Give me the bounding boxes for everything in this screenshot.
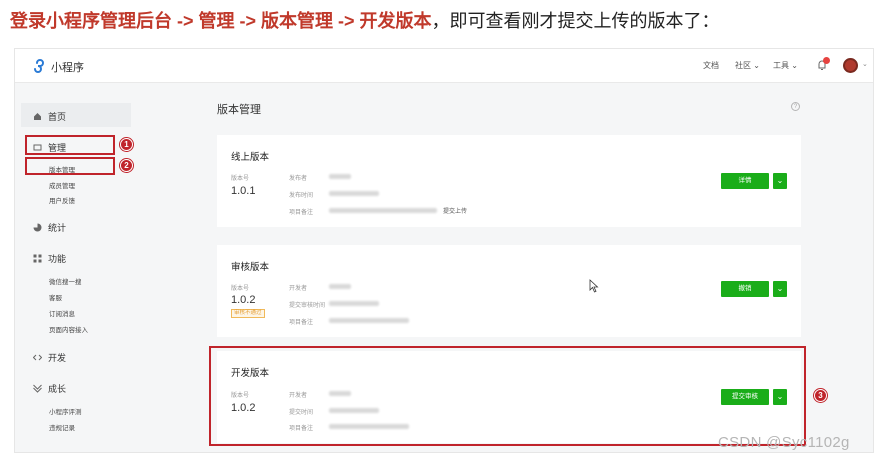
nav-community-link[interactable]: 社区 ⌄ xyxy=(735,60,760,71)
sidebar-item-home[interactable]: 首页 xyxy=(33,110,66,123)
sidebar-item-label: 成长 xyxy=(48,384,67,394)
chevron-down-icon[interactable]: ⌄ xyxy=(862,60,868,68)
nav-docs-link[interactable]: 文档 xyxy=(703,60,719,71)
nav-tools-link[interactable]: 工具 ⌄ xyxy=(773,60,798,71)
withdraw-button[interactable]: 撤销 xyxy=(721,281,769,297)
sidebar-subitem-subscribe[interactable]: 订阅消息 xyxy=(49,308,75,318)
caption-tail: ，即可查看刚才提交上传的版本了： xyxy=(431,11,720,31)
caption-arrow: -> xyxy=(172,11,199,31)
blurred-value xyxy=(329,174,351,179)
caption-step-2: 管理 xyxy=(198,11,235,31)
mini-program-logo-icon xyxy=(34,59,44,73)
sidebar-subitem-service[interactable]: 客服 xyxy=(49,292,62,302)
caption-arrow: -> xyxy=(333,11,360,31)
code-icon xyxy=(33,354,42,361)
field-label: 项目备注 xyxy=(289,320,314,326)
instruction-caption: 登录小程序管理后台 -> 管理 -> 版本管理 -> 开发版本，即可查看刚才提交… xyxy=(10,8,720,34)
sidebar-item-label: 首页 xyxy=(48,112,67,122)
status-badge: 审核不通过 xyxy=(231,309,265,318)
blurred-value xyxy=(329,208,437,213)
sidebar-item-stats[interactable]: 统计 xyxy=(33,221,66,234)
annotation-number-1: 1 xyxy=(120,138,133,151)
avatar[interactable] xyxy=(843,58,858,73)
online-version-card: 线上版本 版本号 1.0.1 发布者 发布时间 项目备注 提交上传 详情 ⌄ xyxy=(217,135,801,227)
sidebar-subitem-feedback[interactable]: 用户反馈 xyxy=(49,195,75,205)
more-dropdown-button[interactable]: ⌄ xyxy=(773,173,787,189)
field-label: 开发者 xyxy=(289,286,308,292)
note-text: 提交上传 xyxy=(443,209,468,215)
caption-step-4: 开发版本 xyxy=(359,11,432,31)
grid-icon xyxy=(33,254,42,263)
detail-button[interactable]: 详情 xyxy=(721,173,769,189)
top-bar: 小程序 文档 社区 ⌄ 工具 ⌄ ⌄ xyxy=(15,49,873,83)
field-label: 发布时间 xyxy=(289,193,314,199)
sidebar-subitem-content[interactable]: 页面内容接入 xyxy=(49,324,88,334)
caption-step-1: 登录小程序管理后台 xyxy=(10,11,172,31)
version-number: 1.0.2 xyxy=(231,294,256,306)
sidebar-subitem-members[interactable]: 成员管理 xyxy=(49,180,75,190)
sidebar-item-features[interactable]: 功能 xyxy=(33,252,66,265)
more-dropdown-button[interactable]: ⌄ xyxy=(773,281,787,297)
brand-title: 小程序 xyxy=(51,62,84,74)
version-number: 1.0.1 xyxy=(231,185,256,197)
sidebar-subitem-review[interactable]: 小程序评测 xyxy=(49,406,82,416)
sidebar-subitem-violations[interactable]: 违规记录 xyxy=(49,422,75,432)
blurred-value xyxy=(329,318,409,323)
blurred-value xyxy=(329,301,379,306)
page-title: 版本管理 xyxy=(217,104,261,116)
sidebar-item-label: 统计 xyxy=(48,223,67,233)
home-icon xyxy=(34,113,41,120)
sidebar-item-label: 开发 xyxy=(48,353,67,363)
sidebar-item-dev[interactable]: 开发 xyxy=(33,351,66,364)
sidebar-item-growth[interactable]: 成长 xyxy=(33,382,66,395)
sidebar-subitem-search[interactable]: 微信搜一搜 xyxy=(49,276,82,286)
field-label: 提交审核时间 xyxy=(289,303,326,309)
blurred-value xyxy=(329,284,351,289)
version-label: 版本号 xyxy=(231,286,250,292)
help-icon[interactable]: ? xyxy=(791,102,800,111)
highlight-version-manage-box xyxy=(25,157,115,175)
pie-chart-icon xyxy=(33,223,42,232)
caption-step-3: 版本管理 xyxy=(261,11,334,31)
mouse-cursor-icon xyxy=(589,279,599,293)
growth-icon xyxy=(33,384,42,393)
blurred-value xyxy=(329,191,379,196)
field-label: 发布者 xyxy=(289,176,308,182)
highlight-manage-box xyxy=(25,135,115,155)
review-version-card: 审核版本 版本号 1.0.2 审核不通过 开发者 提交审核时间 项目备注 撤销 … xyxy=(217,245,801,337)
card-title: 线上版本 xyxy=(231,152,270,163)
sidebar-item-label: 功能 xyxy=(48,254,67,264)
notification-dot xyxy=(823,57,830,64)
field-label: 项目备注 xyxy=(289,210,314,216)
annotation-number-3: 3 xyxy=(814,389,827,402)
highlight-dev-version-box xyxy=(209,346,806,446)
version-label: 版本号 xyxy=(231,176,250,182)
annotation-number-2: 2 xyxy=(120,159,133,172)
watermark: CSDN @Syc1102g xyxy=(718,434,850,451)
caption-arrow: -> xyxy=(234,11,262,31)
card-title: 审核版本 xyxy=(231,262,270,273)
